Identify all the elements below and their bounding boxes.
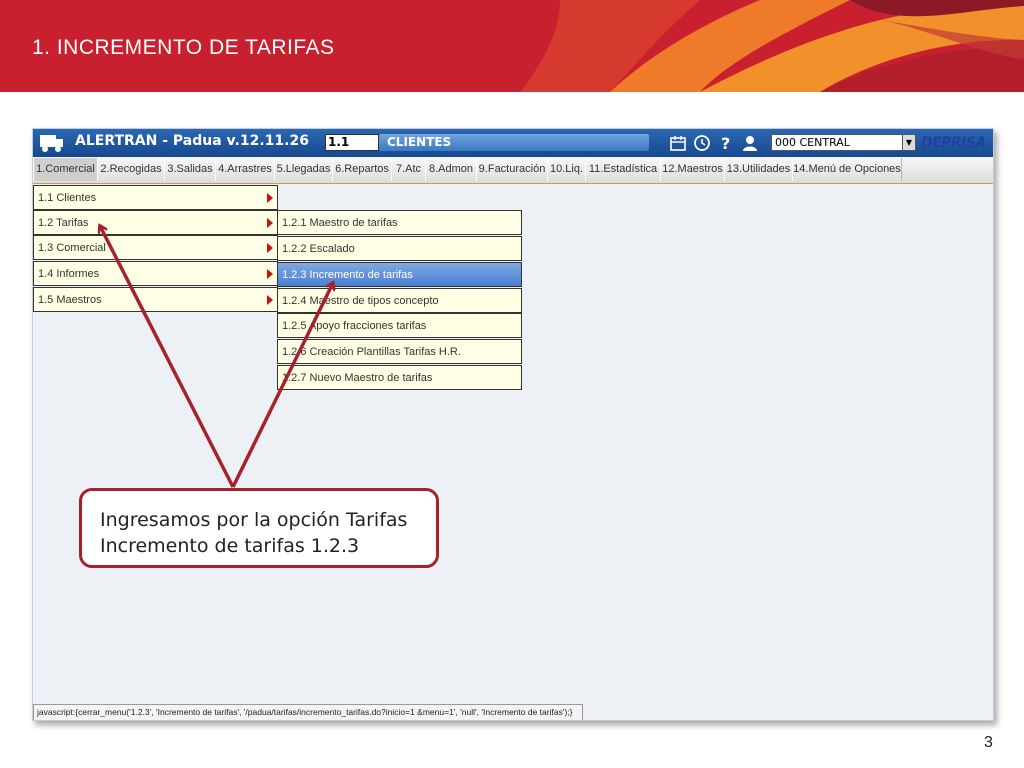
callout-arrows (0, 0, 1024, 488)
page-number: 3 (984, 734, 993, 751)
arrow-to-tarifas (100, 226, 235, 488)
callout-box: Ingresamos por la opción Tarifas Increme… (79, 488, 439, 568)
callout-line1: Ingresamos por la opción Tarifas (100, 509, 408, 531)
arrow-to-incremento (231, 283, 333, 488)
callout-line2: Incremento de tarifas 1.2.3 (100, 535, 360, 557)
